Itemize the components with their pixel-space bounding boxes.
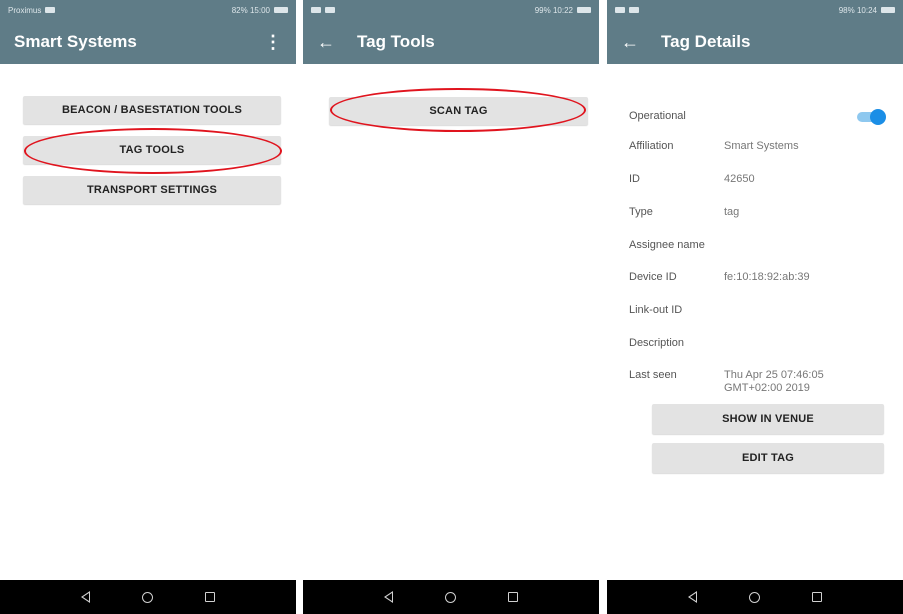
toggle-knob (870, 109, 886, 125)
nav-recents-icon[interactable] (205, 592, 215, 602)
tag-tools-button[interactable]: TAG TOOLS (23, 136, 281, 164)
detail-label: Last seen (629, 369, 677, 381)
detail-row: Link-out ID (629, 304, 724, 316)
page-title: Tag Tools (357, 32, 435, 51)
status-bar: 99% 10:22 (303, 0, 599, 20)
screen-tag-tools: 99% 10:22 ← Tag Tools SCAN TAG (303, 0, 599, 614)
back-arrow-icon[interactable]: ← (317, 32, 335, 53)
battery-icon (881, 7, 895, 13)
nav-home-icon[interactable] (142, 591, 153, 603)
nav-back-icon[interactable] (384, 591, 393, 603)
detail-value: 42650 (724, 173, 755, 185)
detail-label: Link-out ID (629, 304, 683, 316)
nav-back-icon[interactable] (688, 591, 697, 603)
detail-label: Type (629, 206, 653, 218)
detail-row: Description (629, 337, 724, 349)
status-time: 99% 10:22 (534, 5, 573, 15)
detail-row: Type tag (629, 206, 739, 219)
detail-row: Last seen Thu Apr 25 07:46:05 GMT+02:00 … (629, 369, 834, 395)
nav-home-icon[interactable] (749, 591, 760, 603)
operational-toggle[interactable] (857, 109, 886, 125)
status-bar: Proximus 82% 15:00 (0, 0, 296, 20)
show-in-venue-button[interactable]: SHOW IN VENUE (652, 404, 884, 434)
nav-bar (607, 580, 903, 614)
app-bar: ← Tag Details (607, 20, 903, 64)
nav-recents-icon[interactable] (508, 592, 518, 602)
signal-icon (615, 7, 625, 13)
detail-value: Smart Systems (724, 140, 799, 152)
detail-row: Device ID fe:10:18:92:ab:39 (629, 271, 810, 284)
scan-tag-button[interactable]: SCAN TAG (329, 97, 588, 125)
detail-row: Assignee name (629, 239, 724, 251)
battery-icon (577, 7, 591, 13)
status-time: 82% 15:00 (231, 5, 270, 15)
page-title: Tag Details (661, 32, 751, 51)
detail-row: Affiliation Smart Systems (629, 140, 799, 153)
page-title: Smart Systems (14, 32, 137, 51)
screen-tag-details: 98% 10:24 ← Tag Details Operational Affi… (607, 0, 903, 614)
app-bar: Smart Systems ⋮ (0, 20, 296, 64)
nav-bar (0, 580, 296, 614)
transport-settings-button[interactable]: TRANSPORT SETTINGS (23, 176, 281, 204)
status-bar: 98% 10:24 (607, 0, 903, 20)
beacon-basestation-tools-button[interactable]: BEACON / BASESTATION TOOLS (23, 96, 281, 124)
detail-label: Description (629, 337, 685, 349)
signal-icon (45, 7, 56, 13)
operational-row: Operational (629, 110, 724, 122)
nav-recents-icon[interactable] (812, 592, 822, 602)
detail-label: ID (629, 173, 640, 185)
detail-label: Assignee name (629, 239, 705, 251)
detail-value: tag (724, 206, 740, 218)
screen-smart-systems: Proximus 82% 15:00 Smart Systems ⋮ BEACO… (0, 0, 296, 614)
nav-home-icon[interactable] (445, 591, 456, 603)
carrier-label: Proximus (8, 5, 42, 15)
nav-back-icon[interactable] (81, 591, 90, 603)
app-bar: ← Tag Tools (303, 20, 599, 64)
edit-tag-button[interactable]: EDIT TAG (652, 443, 884, 473)
wifi-icon (629, 7, 639, 13)
status-time: 98% 10:24 (838, 5, 877, 15)
detail-row: ID 42650 (629, 173, 755, 186)
back-arrow-icon[interactable]: ← (621, 32, 639, 53)
detail-value: fe:10:18:92:ab:39 (724, 271, 810, 283)
nav-bar (303, 580, 599, 614)
detail-label: Affiliation (629, 140, 674, 152)
signal-icon (311, 7, 321, 13)
battery-icon (274, 7, 288, 13)
detail-label: Device ID (629, 271, 677, 283)
detail-value: Thu Apr 25 07:46:05 GMT+02:00 2019 (724, 369, 824, 394)
overflow-menu-icon[interactable]: ⋮ (264, 32, 282, 53)
operational-label: Operational (629, 110, 686, 122)
wifi-icon (325, 7, 335, 13)
